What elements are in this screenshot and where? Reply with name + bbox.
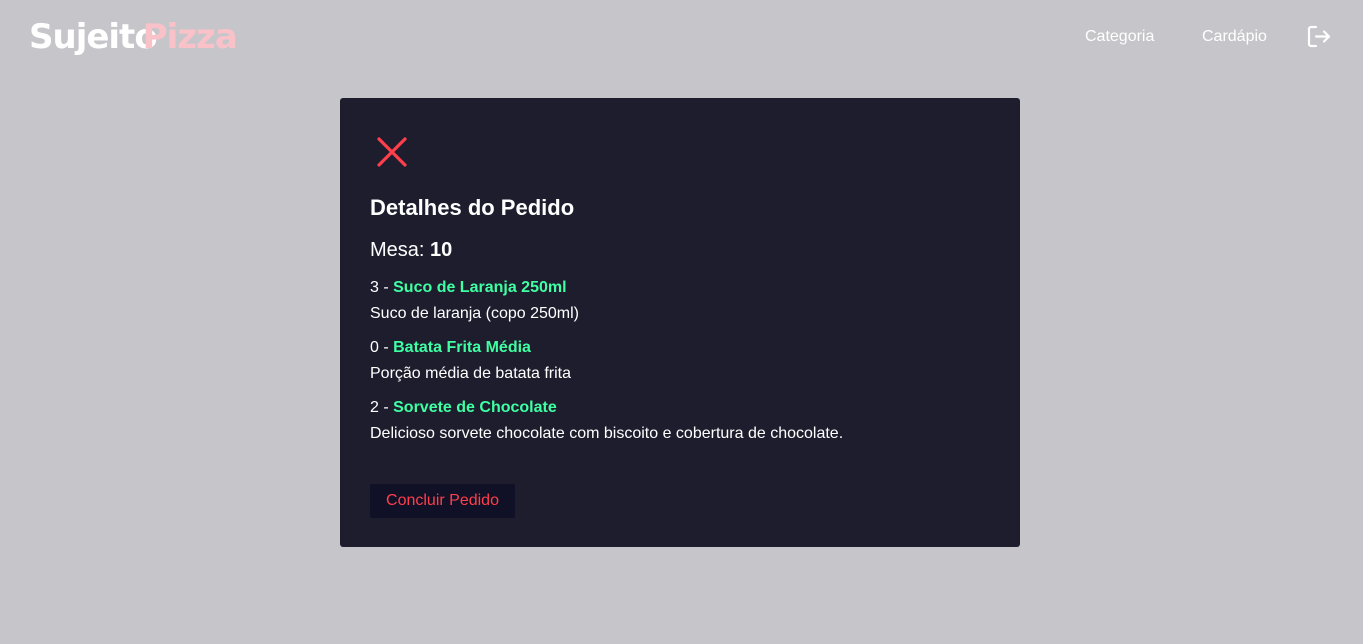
- close-icon: [370, 137, 414, 177]
- order-item: 0 - Batata Frita Média Porção média de b…: [370, 338, 990, 384]
- item-separator: -: [378, 279, 394, 296]
- item-quantity: 3: [370, 279, 379, 296]
- item-description: Suco de laranja (copo 250ml): [370, 305, 580, 322]
- close-button[interactable]: [370, 130, 414, 174]
- item-separator: -: [378, 339, 394, 356]
- table-label: Mesa:: [370, 239, 425, 261]
- item-name: Suco de Laranja 250ml: [393, 279, 567, 296]
- modal-title: Detalhes do Pedido: [370, 195, 575, 220]
- finish-order-button[interactable]: Concluir Pedido: [370, 484, 515, 518]
- item-name: Sorvete de Chocolate: [393, 399, 557, 416]
- table-number: 10: [430, 239, 453, 261]
- item-quantity: 0: [370, 339, 379, 356]
- modal-overlay[interactable]: Detalhes do Pedido Mesa: 10 3 - Suco de …: [0, 0, 1363, 644]
- item-description: Porção média de batata frita: [370, 365, 572, 382]
- item-separator: -: [378, 399, 394, 416]
- order-item: 2 - Sorvete de Chocolate Delicioso sorve…: [370, 398, 990, 444]
- item-description: Delicioso sorvete chocolate com biscoito…: [370, 425, 844, 442]
- item-quantity: 2: [370, 399, 379, 416]
- item-name: Batata Frita Média: [393, 339, 531, 356]
- order-details-modal: Detalhes do Pedido Mesa: 10 3 - Suco de …: [340, 98, 1020, 547]
- table-info: Mesa: 10: [370, 237, 452, 263]
- order-item: 3 - Suco de Laranja 250ml Suco de laranj…: [370, 278, 990, 324]
